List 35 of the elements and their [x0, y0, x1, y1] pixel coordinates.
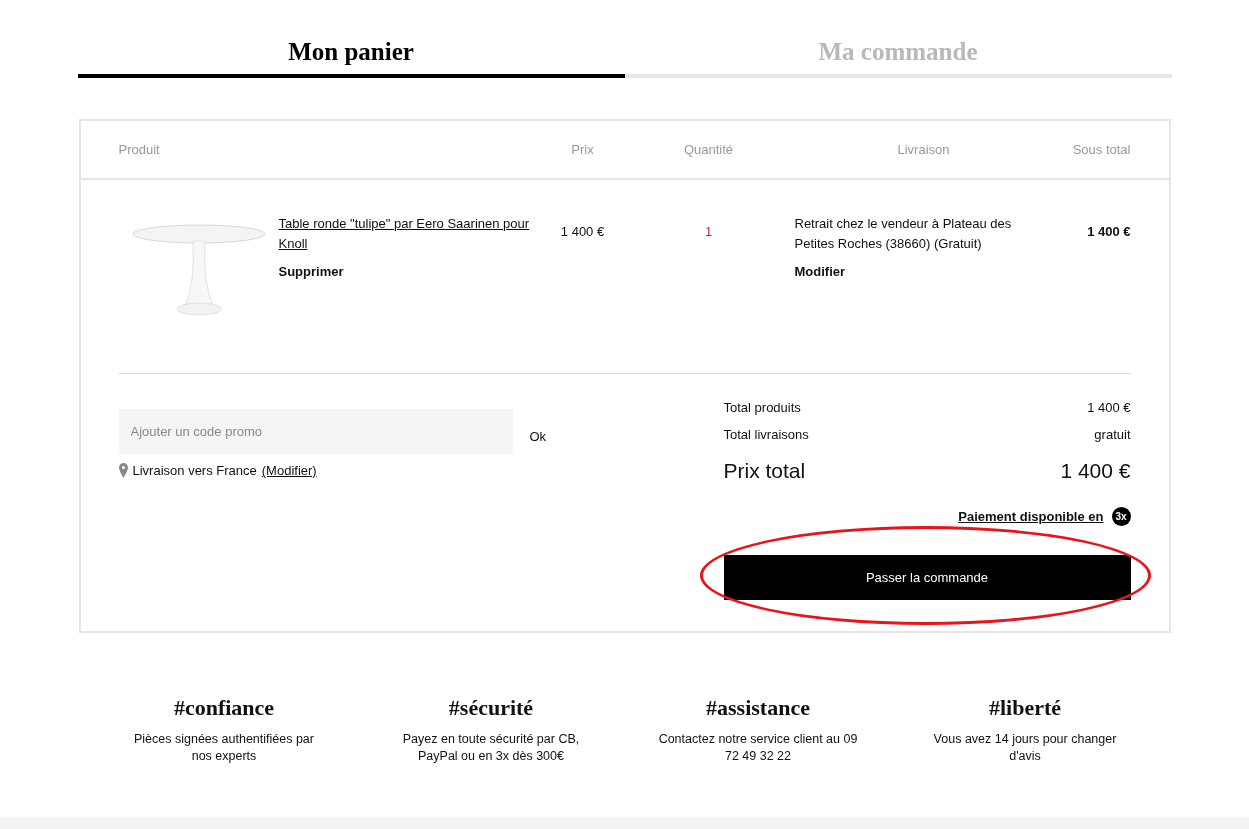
- total-value: gratuit: [1094, 427, 1131, 444]
- grand-total-value: 1 400 €: [1060, 459, 1131, 483]
- total-label: Total produits: [723, 400, 801, 417]
- price-text: 1 400 €: [559, 224, 606, 239]
- feature-title: #liberté: [988, 695, 1062, 721]
- modify-link[interactable]: Modifier: [794, 262, 846, 282]
- column-header: Prix: [570, 142, 595, 157]
- feature-text: Payez en toute sécurité par CB, PayPal ou en 3x dès 300€: [401, 731, 581, 765]
- delivery-text: Retrait chez le vendeur à Plateau des Petites Roches (38660) (Gratuit): [794, 215, 1013, 253]
- feature-text: Vous avez 14 jours pour changer d'avis: [932, 731, 1118, 765]
- feature-title: #confiance: [173, 695, 275, 721]
- column-header: Sous total: [1071, 142, 1131, 157]
- column-header: Quantité: [682, 142, 735, 157]
- subtotal-text: 1 400 €: [1086, 224, 1131, 239]
- promo-code-field[interactable]: Ajouter un code promo: [118, 409, 513, 454]
- feature-text: Pièces signées authentifiées par nos experts: [133, 731, 315, 765]
- column-header: Livraison: [896, 142, 951, 157]
- total-value: 1 400 €: [1087, 400, 1131, 417]
- grand-total-label: Prix total: [723, 459, 806, 483]
- column-header: Produit: [118, 142, 161, 157]
- shipping-text: Livraison vers France: [132, 463, 257, 478]
- installments-link[interactable]: Paiement disponible en: [958, 509, 1104, 524]
- installments-badge: 3x: [1111, 507, 1131, 526]
- product-link[interactable]: Table ronde "tulipe" par Eero Saarinen pour Knoll: [278, 214, 547, 254]
- feature-title: #sécurité: [448, 695, 534, 721]
- location-pin-icon: [118, 463, 128, 478]
- checkout-button[interactable]: Passer la commande: [723, 555, 1131, 600]
- feature-text: Contactez notre service client au 09 72 49 32 22: [658, 731, 858, 765]
- modify-link[interactable]: (Modifier): [261, 463, 317, 478]
- ok-button[interactable]: Ok: [529, 429, 547, 444]
- remove-link[interactable]: Supprimer: [278, 262, 344, 282]
- quantity-text: 1: [703, 224, 714, 239]
- total-label: Total livraisons: [723, 427, 809, 444]
- step-tab[interactable]: Mon panier: [77, 38, 625, 78]
- feature-title: #assistance: [706, 695, 810, 721]
